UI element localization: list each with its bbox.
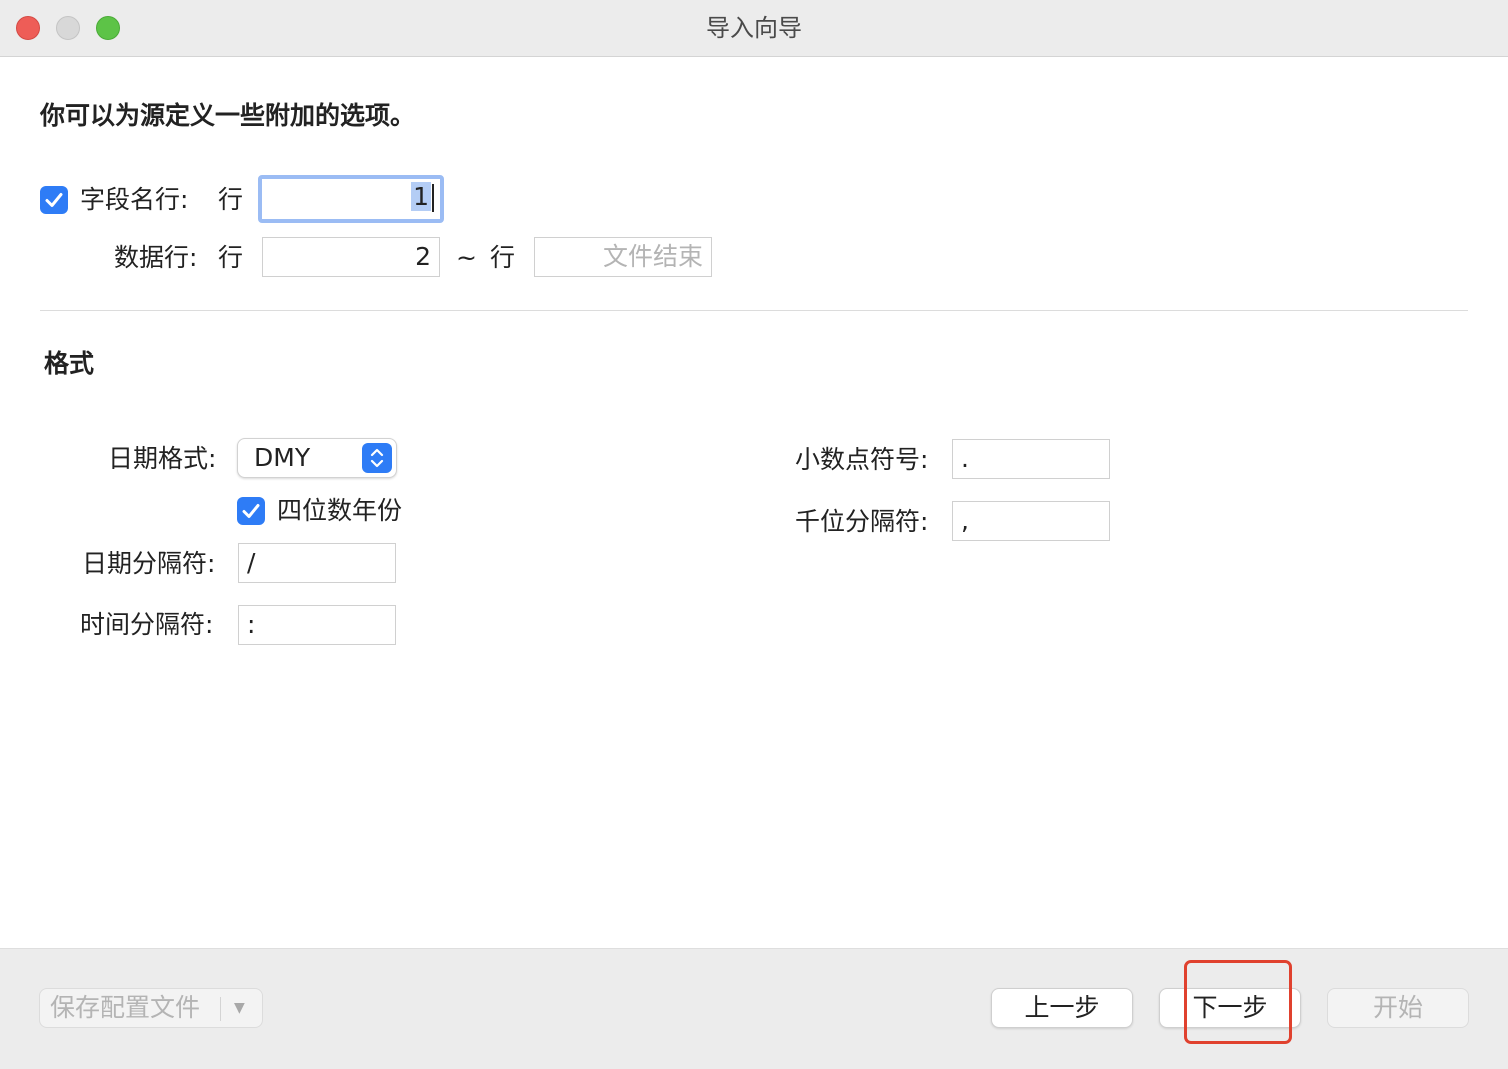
four-digit-year-label: 四位数年份 xyxy=(277,496,403,525)
text-caret xyxy=(432,184,434,212)
field-name-row-checkbox[interactable] xyxy=(40,186,68,214)
checkmark-icon xyxy=(242,504,260,518)
split-divider xyxy=(220,997,221,1021)
save-profile-button[interactable]: 保存配置文件 ▼ xyxy=(39,988,263,1028)
save-profile-label: 保存配置文件 xyxy=(50,993,201,1022)
date-separator-label: 日期分隔符: xyxy=(82,549,216,578)
data-row-unit-2: 行 xyxy=(490,243,516,272)
range-tilde: ~ xyxy=(456,243,477,272)
window-title: 导入向导 xyxy=(706,14,802,42)
date-format-select[interactable]: DMY xyxy=(237,438,397,478)
decimal-symbol-input[interactable]: . xyxy=(952,439,1110,479)
dropdown-arrow-icon[interactable]: ▼ xyxy=(234,989,245,1027)
field-name-row-value: 1 xyxy=(411,182,431,211)
section-divider xyxy=(40,310,1468,311)
decimal-symbol-label: 小数点符号: xyxy=(795,445,929,474)
thousand-separator-label: 千位分隔符: xyxy=(795,507,929,536)
date-separator-input[interactable]: / xyxy=(238,543,396,583)
data-row-from-input[interactable]: 2 xyxy=(262,237,440,277)
format-section-heading: 格式 xyxy=(44,349,95,378)
data-row-label: 数据行: xyxy=(114,243,198,272)
title-bar: 导入向导 xyxy=(0,0,1508,57)
data-row-to-input[interactable]: 文件结束 xyxy=(534,237,712,277)
start-button[interactable]: 开始 xyxy=(1327,988,1469,1028)
checkmark-icon xyxy=(45,193,63,207)
updown-chevron-icon xyxy=(362,443,392,473)
intro-text: 你可以为源定义一些附加的选项。 xyxy=(40,101,416,130)
field-name-row-input[interactable]: 1 xyxy=(258,175,444,223)
field-name-row-label: 字段名行: xyxy=(80,185,189,214)
field-name-row-unit: 行 xyxy=(218,185,244,214)
next-button-highlight-box xyxy=(1184,960,1292,1044)
thousand-separator-input[interactable]: , xyxy=(952,501,1110,541)
date-format-value: DMY xyxy=(254,443,311,472)
data-row-unit: 行 xyxy=(218,243,244,272)
time-separator-label: 时间分隔符: xyxy=(80,610,214,639)
four-digit-year-checkbox[interactable] xyxy=(237,497,265,525)
date-format-label: 日期格式: xyxy=(108,444,217,473)
previous-step-button[interactable]: 上一步 xyxy=(991,988,1133,1028)
time-separator-input[interactable]: : xyxy=(238,605,396,645)
